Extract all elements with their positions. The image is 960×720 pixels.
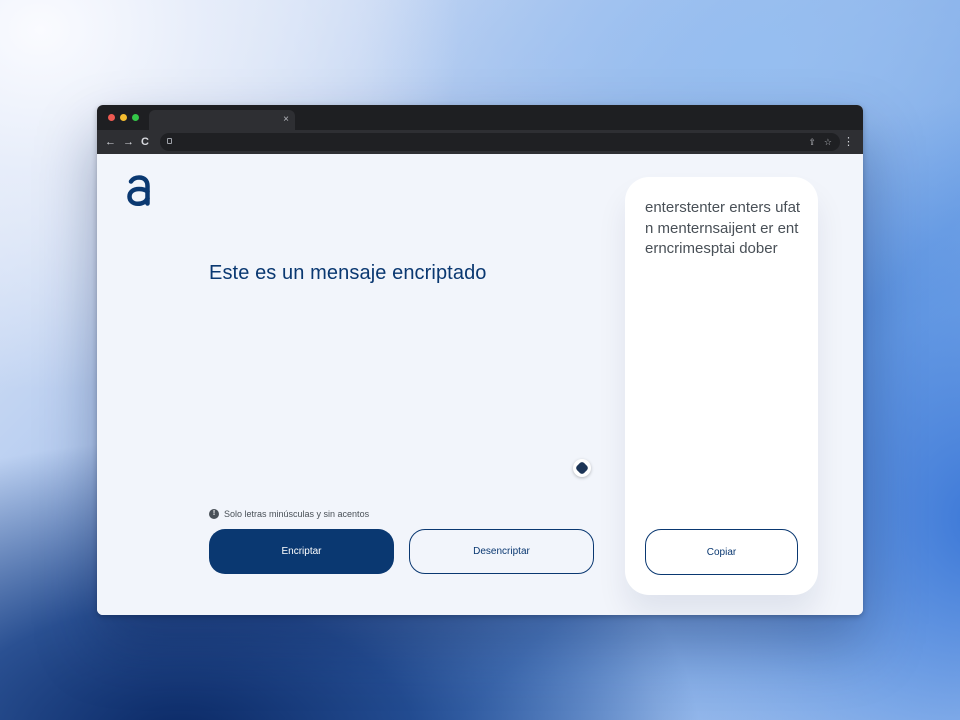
- forward-arrow-icon[interactable]: →: [123, 134, 134, 150]
- browser-window: × ← → C ⇪ ☆ ⋮ Este es un mensaje encript…: [97, 105, 863, 615]
- lock-icon: [167, 138, 172, 144]
- assistant-extension-icon[interactable]: [573, 459, 591, 477]
- maximize-window-button[interactable]: [132, 114, 139, 121]
- tab-close-icon[interactable]: ×: [283, 113, 289, 127]
- bookmark-star-icon[interactable]: ☆: [824, 134, 832, 150]
- copy-button[interactable]: Copiar: [645, 529, 798, 575]
- hint-text: Solo letras minúsculas y sin acentos: [224, 509, 370, 519]
- encrypt-button[interactable]: Encriptar: [209, 529, 394, 574]
- decrypt-button[interactable]: Desencriptar: [409, 529, 594, 574]
- alura-a-logo-icon: [127, 175, 150, 207]
- output-text: enterstenter enters ufatn menternsaijent…: [645, 199, 801, 257]
- page-content: Este es un mensaje encriptado ! Solo let…: [97, 154, 863, 615]
- input-hint: ! Solo letras minúsculas y sin acentos: [209, 508, 369, 520]
- output-panel: enterstenter enters ufatn menternsaijent…: [625, 177, 818, 595]
- info-icon: !: [209, 509, 219, 519]
- browser-tab[interactable]: ×: [149, 110, 295, 130]
- minimize-window-button[interactable]: [120, 114, 127, 121]
- address-bar[interactable]: ⇪ ☆: [160, 133, 840, 151]
- browser-menu-icon[interactable]: ⋮: [843, 134, 854, 150]
- reload-icon[interactable]: C: [141, 134, 149, 150]
- close-window-button[interactable]: [108, 114, 115, 121]
- input-message-text[interactable]: Este es un mensaje encriptado: [209, 262, 487, 285]
- share-icon[interactable]: ⇪: [808, 134, 816, 150]
- navigation-bar: ← → C ⇪ ☆ ⋮: [97, 130, 863, 154]
- tab-bar: ×: [97, 105, 863, 130]
- back-arrow-icon[interactable]: ←: [105, 134, 116, 150]
